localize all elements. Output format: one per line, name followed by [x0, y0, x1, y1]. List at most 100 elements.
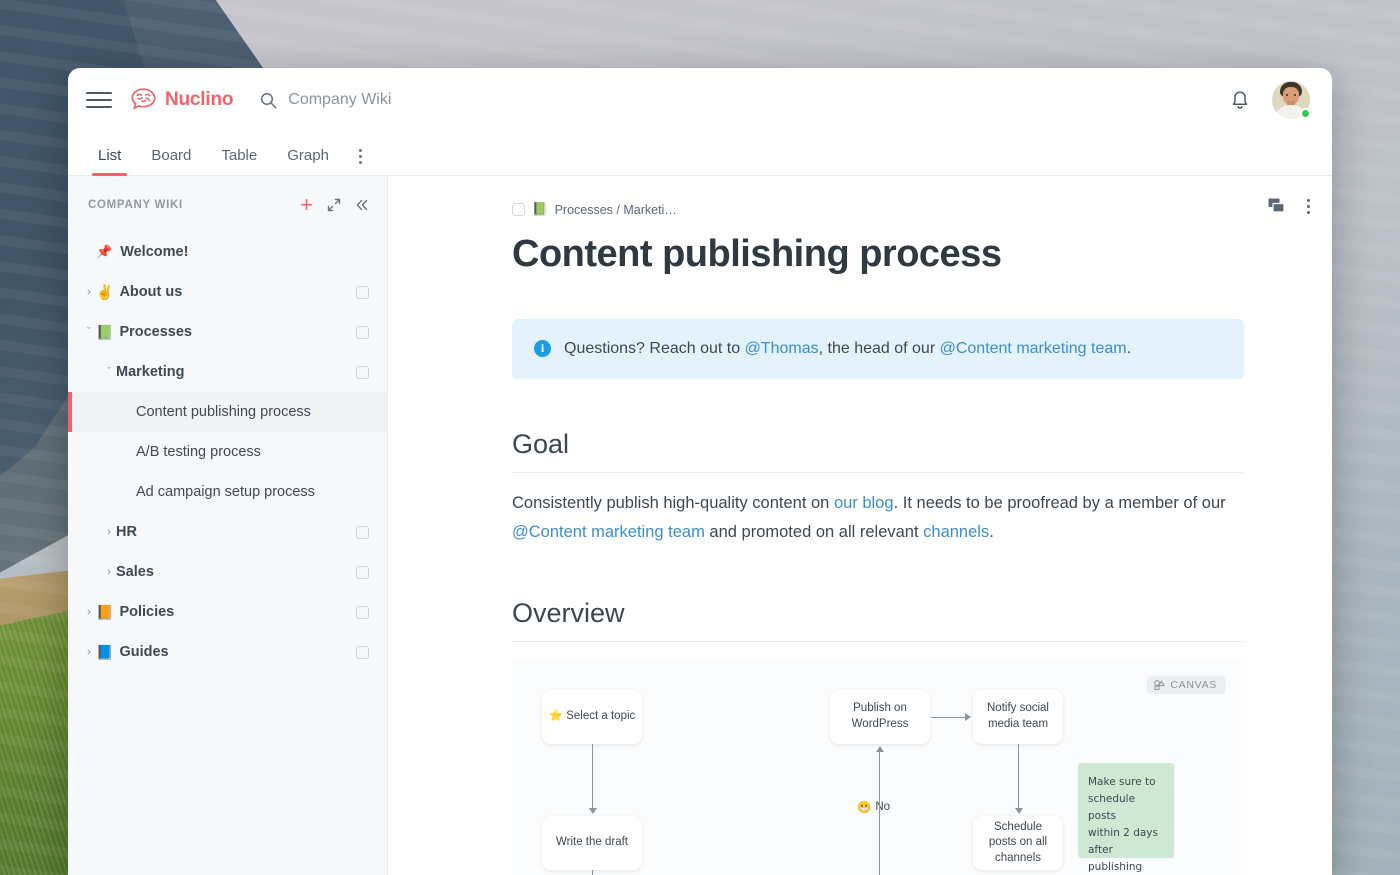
chevron-right-icon[interactable]: › [82, 606, 96, 618]
callout-mid: , the head of our [818, 339, 940, 357]
canvas-node-schedule-posts[interactable]: Schedule posts on all channels [973, 815, 1063, 870]
sidebar-item-label: Processes [119, 324, 192, 340]
item-checkbox[interactable] [356, 565, 369, 579]
item-checkbox[interactable] [356, 605, 369, 619]
mention-content-marketing-team[interactable]: @Content marketing team [940, 340, 1127, 357]
sticky-note-line: schedule posts [1088, 792, 1136, 822]
sidebar-item-label: Guides [119, 644, 169, 660]
canvas-badge[interactable]: CANVAS [1147, 675, 1226, 694]
canvas-node-notify-social[interactable]: Notify social media team [973, 689, 1063, 744]
collapse-icon [356, 199, 368, 211]
canvas-decision-label-no: 😬 No [857, 800, 890, 814]
sidebar-item-hr[interactable]: › HR [68, 512, 387, 552]
sidebar-item-label: Welcome! [120, 244, 189, 260]
canvas-node-publish-wordpress[interactable]: Publish on WordPress [830, 689, 930, 744]
chevron-down-icon[interactable]: ˇ [102, 366, 116, 378]
chevron-right-icon[interactable]: › [82, 646, 96, 658]
tab-table[interactable]: Table [221, 147, 257, 175]
chevron-down-icon[interactable]: ˇ [82, 326, 96, 338]
document-pane: 📗 Processes / Marketi… Content publishin… [388, 176, 1332, 875]
tab-list[interactable]: List [91, 147, 128, 176]
sticky-note-line: within 2 days [1088, 826, 1158, 839]
breadcrumb-checkbox[interactable] [512, 203, 525, 216]
item-checkbox[interactable] [356, 525, 369, 539]
goal-text-2: . It needs to be proofread by a member o… [893, 494, 1226, 513]
sidebar-item-label: A/B testing process [136, 444, 261, 460]
breadcrumb-text: Processes / Marketi… [554, 202, 677, 217]
item-checkbox[interactable] [356, 325, 369, 339]
hamburger-icon[interactable] [86, 87, 112, 113]
sidebar-item-ad-campaign-setup-process[interactable]: Ad campaign setup process [68, 472, 387, 512]
avatar-eye-right [1294, 94, 1296, 96]
more-vertical-icon[interactable] [358, 149, 362, 175]
sidebar-item-welcome[interactable]: 📌 Welcome! [68, 232, 387, 272]
sidebar-item-label: About us [119, 284, 183, 300]
goal-text-4: . [989, 523, 994, 542]
sidebar-item-label: HR [116, 524, 137, 540]
sidebar-item-guides[interactable]: › 📘 Guides [68, 632, 387, 672]
expand-all-button[interactable] [327, 198, 341, 212]
doc-menu-button[interactable] [1307, 198, 1310, 214]
sidebar-item-label: Marketing [116, 364, 185, 380]
callout-end: . [1126, 339, 1132, 357]
comment-icon [1268, 198, 1285, 213]
item-checkbox[interactable] [356, 645, 369, 659]
sidebar-tree: 📌 Welcome! › ✌️ About us ˇ 📗 Processes ˇ Marketin… [68, 232, 387, 672]
shapes-icon [1154, 679, 1166, 690]
item-checkbox[interactable] [356, 285, 369, 299]
mention-thomas[interactable]: @Thomas [745, 340, 819, 357]
info-callout: i Questions? Reach out to @Thomas, the h… [512, 318, 1244, 380]
link-our-blog[interactable]: our blog [834, 494, 894, 512]
brand-name: Nuclino [165, 89, 234, 110]
sidebar-item-policies[interactable]: › 📙 Policies [68, 592, 387, 632]
nuclino-brain-icon [131, 88, 156, 110]
tab-graph[interactable]: Graph [287, 147, 329, 175]
canvas-node-select-topic[interactable]: ⭐ Select a topic [542, 689, 642, 744]
brand-logo[interactable]: Nuclino [130, 88, 233, 112]
canvas-embed[interactable]: CANVAS ⭐ Select a topicWrite the draftSe… [512, 659, 1244, 875]
tab-board[interactable]: Board [151, 147, 191, 175]
item-emoji: 📙 [96, 603, 114, 620]
sidebar-item-marketing[interactable]: ˇ Marketing [68, 352, 387, 392]
breadcrumb[interactable]: 📗 Processes / Marketi… [512, 202, 1244, 217]
sidebar-item-a-b-testing-process[interactable]: A/B testing process [68, 432, 387, 472]
sidebar-item-content-publishing-process[interactable]: Content publishing process [68, 392, 387, 432]
top-bar: Nuclino Company Wiki [68, 68, 1332, 132]
canvas-connector-decision-to-publish [879, 749, 881, 875]
search-icon [261, 92, 277, 108]
add-item-button[interactable]: + [300, 194, 313, 216]
sticky-note-line: after publishing [1088, 843, 1143, 873]
item-emoji: 📘 [96, 643, 114, 660]
sidebar-item-processes[interactable]: ˇ 📗 Processes [68, 312, 387, 352]
app-body: COMPANY WIKI + 📌 Welcome! › ✌️ About us ˇ 📗 Pro… [68, 176, 1332, 875]
comments-button[interactable] [1268, 198, 1285, 214]
bell-icon[interactable] [1230, 90, 1250, 111]
search-input[interactable]: Company Wiki [260, 91, 1230, 109]
avatar[interactable] [1272, 81, 1311, 119]
callout-lead: Questions? Reach out to [564, 339, 745, 357]
sidebar: COMPANY WIKI + 📌 Welcome! › ✌️ About us ˇ 📗 Pro… [68, 176, 388, 875]
sidebar-title: COMPANY WIKI [88, 199, 183, 211]
canvas-sticky-note[interactable]: Make sure to schedule posts within 2 days a… [1078, 762, 1174, 873]
document-actions [1268, 198, 1310, 214]
sidebar-item-label: Ad campaign setup process [136, 484, 315, 500]
canvas-badge-label: CANVAS [1170, 678, 1217, 691]
item-checkbox[interactable] [356, 365, 369, 379]
link-content-marketing-team[interactable]: @Content marketing team [512, 523, 705, 541]
chevron-right-icon[interactable]: › [102, 566, 116, 578]
sticky-note-line: Make sure to [1088, 775, 1156, 788]
link-channels[interactable]: channels [923, 523, 989, 541]
canvas-node-write-draft[interactable]: Write the draft [542, 815, 642, 870]
collapse-sidebar-button[interactable] [355, 198, 369, 212]
search-value: Company Wiki [288, 91, 392, 108]
chevron-right-icon[interactable]: › [102, 526, 116, 538]
sidebar-item-sales[interactable]: › Sales [68, 552, 387, 592]
section-heading-goal: Goal [512, 429, 1244, 474]
section-heading-overview: Overview [512, 598, 1244, 642]
chevron-right-icon[interactable]: › [82, 286, 96, 298]
canvas-arrowhead-notify-to-schedule [1014, 807, 1023, 814]
goal-text-1: Consistently publish high-quality conten… [512, 494, 834, 513]
sidebar-item-about-us[interactable]: › ✌️ About us [68, 272, 387, 312]
grimace-emoji: 😬 [857, 801, 872, 814]
canvas-connector-notify-to-schedule [1018, 743, 1020, 810]
